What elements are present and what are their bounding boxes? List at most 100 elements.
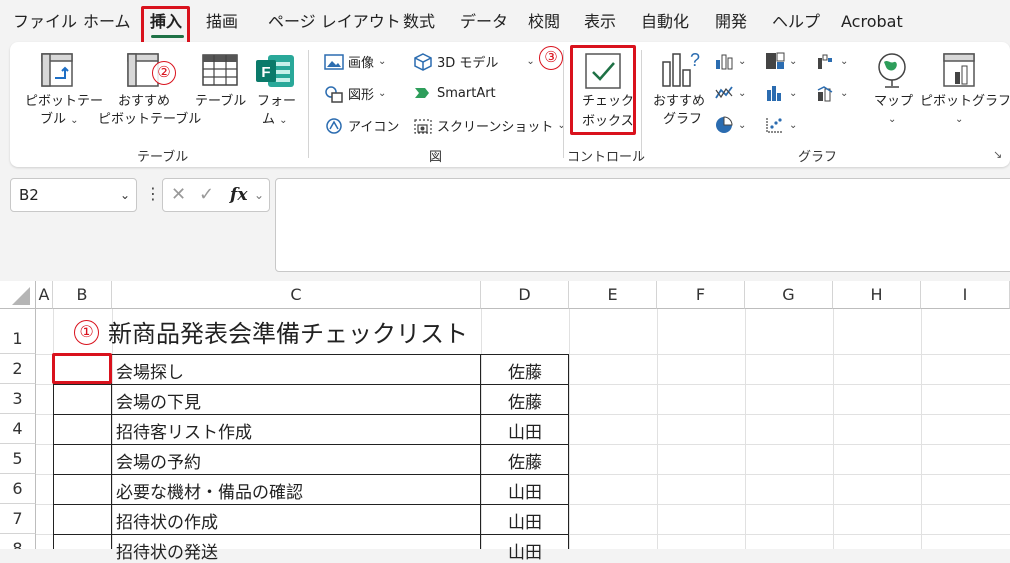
name-box[interactable]: B2 ⌄ (10, 178, 137, 212)
statistic-chart-button[interactable]: ⌄ (765, 84, 797, 102)
screenshot-button[interactable]: スクリーンショット ⌄ (413, 116, 566, 135)
task-cell[interactable]: 招待客リスト作成 (116, 418, 252, 443)
task-cell[interactable]: 必要な機材・備品の確認 (116, 478, 303, 503)
tab-data[interactable]: データ (460, 10, 508, 34)
highlight-checkbox-button (570, 45, 636, 135)
pivot-chart-label: ピボットグラフ (920, 94, 1010, 109)
waterfall-chart-button[interactable]: ⌄ (816, 52, 848, 70)
active-cell-b2[interactable] (52, 353, 112, 384)
icons-button[interactable]: アイコン (324, 116, 399, 135)
recommended-charts-button[interactable]: ? (660, 50, 702, 94)
column-header-f[interactable]: F (657, 281, 745, 309)
column-header-b[interactable]: B (53, 281, 112, 309)
pie-chart-icon (716, 116, 733, 133)
row-header-5[interactable]: 5 (0, 444, 36, 474)
gridline (921, 309, 922, 549)
gridline (569, 309, 570, 549)
table-border (53, 504, 569, 505)
insert-function-icon[interactable]: fx (230, 179, 247, 211)
select-all-corner[interactable] (0, 281, 36, 309)
pie-chart-button[interactable]: ⌄ (714, 116, 746, 134)
owner-cell[interactable]: 山田 (508, 508, 542, 533)
chevron-down-icon[interactable]: ⌄ (120, 179, 130, 211)
column-header-e[interactable]: E (569, 281, 657, 309)
column-header-g[interactable]: G (745, 281, 833, 309)
3d-models-label: 3D モデル (437, 56, 499, 71)
shapes-label: 図形 (348, 88, 375, 103)
pivot-table-label-1: ピボットテー (25, 94, 104, 109)
tab-help[interactable]: ヘルプ (772, 10, 820, 34)
svg-text:?: ? (690, 50, 700, 70)
highlight-insert-tab (141, 6, 190, 46)
task-cell[interactable]: 招待状の発送 (116, 538, 218, 563)
pivot-table-button[interactable] (37, 50, 77, 94)
table-label: テーブル (195, 94, 247, 109)
task-cell[interactable]: 招待状の作成 (116, 508, 218, 533)
column-header-d[interactable]: D (481, 281, 569, 309)
tab-page-layout[interactable]: ページ レイアウト (268, 10, 401, 34)
tab-developer[interactable]: 開発 (715, 10, 747, 34)
task-cell[interactable]: 会場の下見 (116, 388, 201, 413)
formula-input[interactable] (275, 178, 1010, 272)
row-header-6[interactable]: 6 (0, 474, 36, 504)
tab-formulas[interactable]: 数式 (403, 10, 435, 34)
screenshot-icon (414, 118, 432, 134)
more-options-icon[interactable]: ⋮ (145, 184, 161, 203)
table-button[interactable] (200, 52, 240, 92)
forms-label-1: フォー (257, 94, 297, 109)
owner-cell[interactable]: 佐藤 (508, 448, 542, 473)
3d-models-button[interactable]: 3D モデル ⌄ (413, 52, 535, 71)
owner-cell[interactable]: 山田 (508, 538, 542, 563)
table-border (53, 384, 569, 385)
table-border (53, 414, 569, 415)
task-cell[interactable]: 会場探し (116, 358, 184, 383)
column-chart-button[interactable]: ⌄ (714, 52, 746, 70)
row-header-1[interactable]: 1 (0, 309, 36, 354)
tab-review[interactable]: 校閲 (528, 10, 560, 34)
smartart-icon (415, 88, 429, 98)
row-header-4[interactable]: 4 (0, 414, 36, 444)
annotation-1: ① (74, 320, 99, 345)
maps-label: マップ (874, 94, 914, 109)
table-border (568, 354, 569, 549)
row-header-2[interactable]: 2 (0, 354, 36, 384)
row-header-8[interactable]: 8 (0, 534, 36, 549)
enter-icon[interactable]: ✓ (199, 179, 214, 211)
tab-view[interactable]: 表示 (584, 10, 616, 34)
cancel-icon[interactable]: ✕ (171, 179, 186, 211)
line-chart-button[interactable]: ⌄ (714, 84, 746, 102)
picture-button[interactable]: 画像 ⌄ (324, 52, 386, 71)
dialog-launcher-icon[interactable]: ↘ (993, 148, 1002, 161)
tab-draw[interactable]: 描画 (206, 10, 238, 34)
annotation-3: ③ (539, 46, 563, 70)
maps-button[interactable] (874, 50, 910, 94)
column-header-c[interactable]: C (112, 281, 481, 309)
forms-button[interactable]: F (254, 52, 296, 94)
row-header-3[interactable]: 3 (0, 384, 36, 414)
combo-chart-icon (817, 86, 833, 102)
tab-automate[interactable]: 自動化 (641, 10, 689, 34)
chevron-down-icon[interactable]: ⌄ (254, 179, 264, 211)
tab-acrobat[interactable]: Acrobat (841, 10, 903, 34)
column-header-a[interactable]: A (36, 281, 53, 309)
task-cell[interactable]: 会場の予約 (116, 448, 201, 473)
column-header-i[interactable]: I (921, 281, 1010, 309)
pivot-chart-button[interactable] (940, 50, 980, 94)
owner-cell[interactable]: 山田 (508, 418, 542, 443)
combo-chart-button[interactable]: ⌄ (816, 84, 848, 102)
picture-icon (324, 53, 344, 70)
tab-home[interactable]: ホーム (83, 10, 131, 34)
gridline (657, 309, 658, 549)
shapes-button[interactable]: 図形 ⌄ (324, 84, 386, 103)
sheet-title[interactable]: 新商品発表会準備チェックリスト (108, 314, 468, 349)
scatter-chart-button[interactable]: ⌄ (765, 116, 797, 134)
owner-cell[interactable]: 佐藤 (508, 388, 542, 413)
hierarchy-chart-button[interactable]: ⌄ (765, 52, 797, 70)
smartart-button[interactable]: SmartArt (413, 84, 496, 102)
tab-file[interactable]: ファイル (13, 10, 77, 34)
table-group-label: テーブル (137, 150, 189, 165)
owner-cell[interactable]: 山田 (508, 478, 542, 503)
row-header-7[interactable]: 7 (0, 504, 36, 534)
column-header-h[interactable]: H (833, 281, 921, 309)
owner-cell[interactable]: 佐藤 (508, 358, 542, 383)
